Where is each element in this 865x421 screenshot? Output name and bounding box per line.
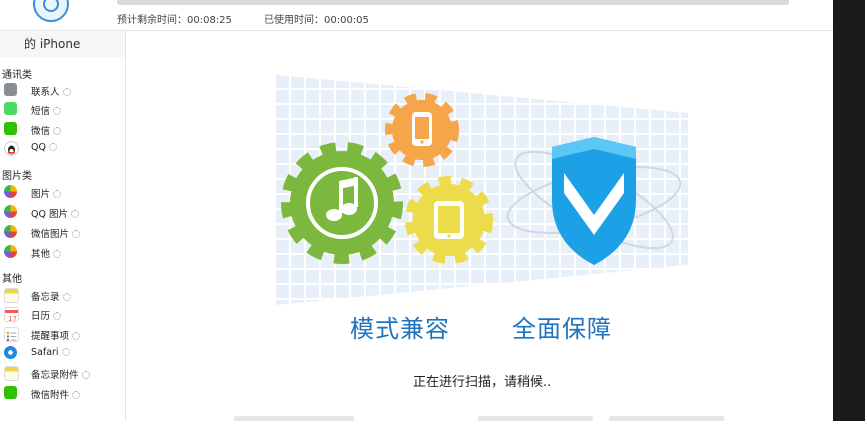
wechat-photos-icon xyxy=(4,225,17,238)
sidebar: 的 iPhone 通讯类 联系人 短信 微信 QQ 图片类 图片 QQ 图片 微… xyxy=(0,31,126,421)
sidebar-item-wechat-attachments[interactable]: 微信附件 xyxy=(0,384,125,402)
bottom-button-strip xyxy=(234,416,724,421)
other-photos-icon xyxy=(4,245,17,258)
scan-progress-bar xyxy=(117,0,789,5)
sidebar-item-label: 联系人 xyxy=(31,87,60,98)
wechat-icon xyxy=(4,122,17,135)
loading-spinner-icon xyxy=(53,250,62,258)
compatibility-banner-illustration xyxy=(276,75,688,305)
bottom-button-3[interactable] xyxy=(609,416,724,421)
sidebar-item-messages[interactable]: 短信 xyxy=(0,100,125,118)
loading-spinner-icon xyxy=(72,391,81,399)
sidebar-item-label: 备忘录附件 xyxy=(31,370,79,381)
sidebar-item-notes[interactable]: 备忘录 xyxy=(0,286,125,304)
sidebar-item-label: 提醒事项 xyxy=(31,331,70,342)
loading-spinner-icon xyxy=(62,293,71,301)
main-panel: 模式兼容 全面保障 正在进行扫描，请稍候.. xyxy=(126,31,833,421)
sidebar-item-label: 备忘录 xyxy=(31,292,60,303)
qq-icon xyxy=(4,141,19,156)
sidebar-item-other-photos[interactable]: 其他 xyxy=(0,243,125,261)
sidebar-item-wechat-photos[interactable]: 微信图片 xyxy=(0,223,125,241)
time-remaining-text: 预计剩余时间：00:08:25 xyxy=(117,15,232,26)
music-gear-icon xyxy=(281,142,403,264)
device-title: 的 iPhone xyxy=(0,31,125,57)
loading-spinner-icon xyxy=(53,190,62,198)
bottom-button-2[interactable] xyxy=(478,416,593,421)
loading-spinner-icon xyxy=(72,332,81,340)
sidebar-item-qq[interactable]: QQ xyxy=(0,139,125,157)
sidebar-item-label: QQ 图片 xyxy=(31,209,68,220)
time-used-text: 已使用时间：00:00:05 xyxy=(264,15,369,26)
app-logo-icon xyxy=(33,0,69,22)
contacts-icon xyxy=(4,83,17,96)
bottom-button-1[interactable] xyxy=(234,416,354,421)
wechat-attachments-icon xyxy=(4,386,17,399)
group-header-other: 其他 xyxy=(2,274,22,285)
loading-spinner-icon xyxy=(53,312,62,320)
sidebar-item-reminders[interactable]: 提醒事项 xyxy=(0,325,125,343)
app-window: 预计剩余时间：00:08:25 已使用时间：00:00:05 的 iPhone … xyxy=(0,0,833,421)
loading-spinner-icon xyxy=(61,348,70,356)
sidebar-item-label: Safari xyxy=(31,347,59,358)
notes-attachments-icon xyxy=(4,366,19,381)
sidebar-item-contacts[interactable]: 联系人 xyxy=(0,81,125,99)
scan-status-text: 正在进行扫描，请稍候.. xyxy=(413,375,552,390)
group-header-communication: 通讯类 xyxy=(2,70,32,81)
loading-spinner-icon xyxy=(70,210,79,218)
slogan-compatibility: 模式兼容 xyxy=(350,315,450,343)
qq-photos-icon xyxy=(4,205,17,218)
sidebar-item-qq-photos[interactable]: QQ 图片 xyxy=(0,203,125,221)
sidebar-item-notes-attachments[interactable]: 备忘录附件 xyxy=(0,364,125,382)
phone-gear-icon xyxy=(385,93,459,167)
sidebar-item-calendar[interactable]: 17 日历 xyxy=(0,305,125,323)
loading-spinner-icon xyxy=(48,143,57,151)
sidebar-item-safari[interactable]: Safari xyxy=(0,344,125,362)
tablet-gear-icon xyxy=(405,176,493,264)
sidebar-item-label: 其他 xyxy=(31,249,51,260)
loading-spinner-icon xyxy=(53,107,62,115)
calendar-icon: 17 xyxy=(4,307,19,323)
sidebar-item-label: 短信 xyxy=(31,106,51,117)
sidebar-item-label: QQ xyxy=(31,142,46,153)
sidebar-item-label: 微信 xyxy=(31,126,51,137)
messages-icon xyxy=(4,102,17,115)
notes-icon xyxy=(4,288,19,303)
loading-spinner-icon xyxy=(81,371,90,379)
slogan-protection: 全面保障 xyxy=(512,315,612,343)
safari-icon xyxy=(4,346,17,359)
sidebar-item-label: 日历 xyxy=(31,311,51,322)
photos-icon xyxy=(4,185,17,198)
reminders-icon xyxy=(4,327,19,342)
sidebar-item-label: 微信图片 xyxy=(31,229,70,240)
sidebar-item-photos[interactable]: 图片 xyxy=(0,183,125,201)
svg-text:17: 17 xyxy=(8,315,17,323)
loading-spinner-icon xyxy=(62,88,71,96)
sidebar-item-wechat[interactable]: 微信 xyxy=(0,120,125,138)
header-bar: 预计剩余时间：00:08:25 已使用时间：00:00:05 xyxy=(0,0,833,31)
sidebar-item-label: 微信附件 xyxy=(31,390,70,401)
loading-spinner-icon xyxy=(53,127,62,135)
sidebar-item-label: 图片 xyxy=(31,189,51,200)
loading-spinner-icon xyxy=(72,230,81,238)
group-header-photos: 图片类 xyxy=(2,171,32,182)
